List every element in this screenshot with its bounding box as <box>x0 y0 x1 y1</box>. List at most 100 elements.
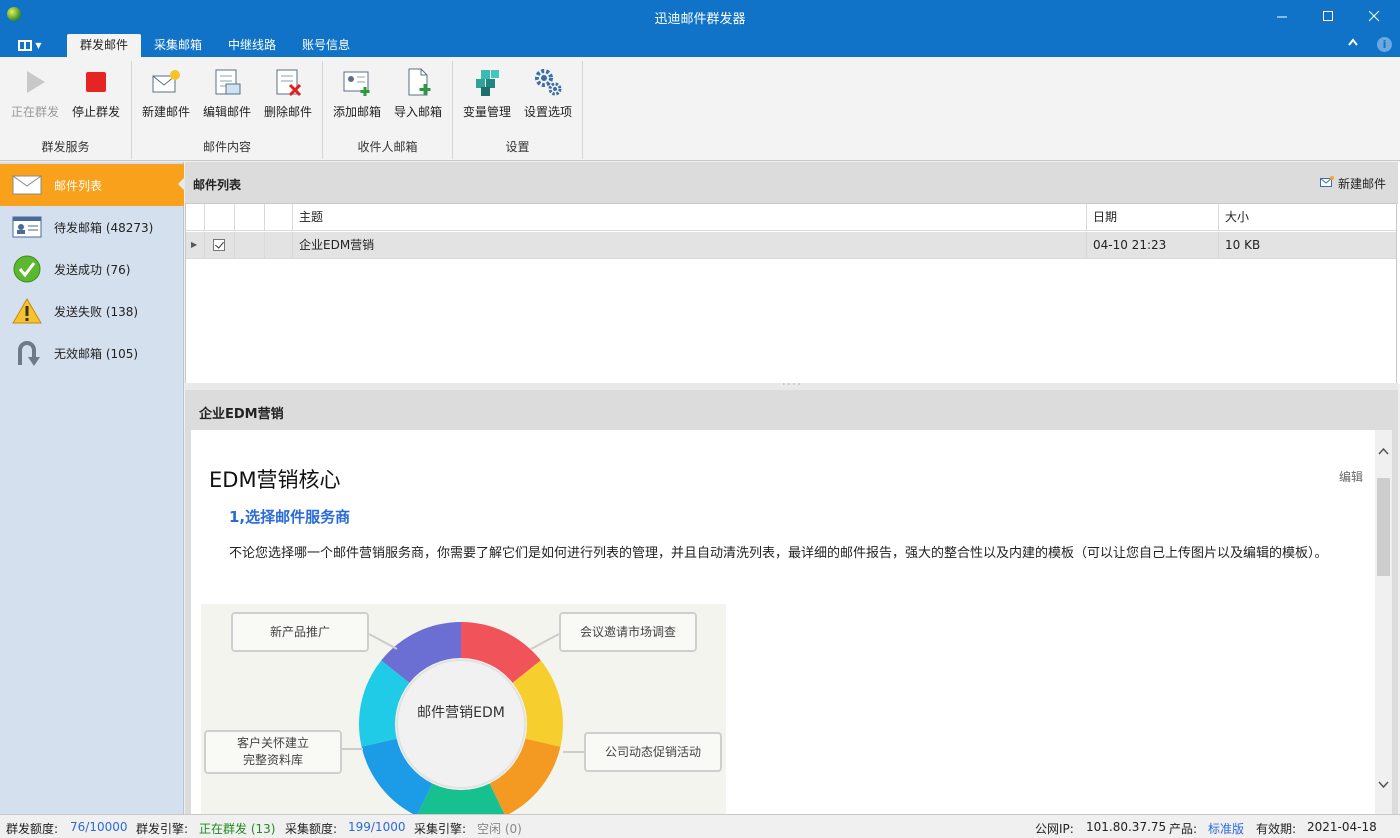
warning-icon <box>12 297 42 325</box>
add-mailbox-button[interactable]: 添加邮箱 <box>327 63 387 121</box>
mail-list-header: 邮件列表 新建邮件 <box>185 162 1398 204</box>
close-icon <box>1368 10 1379 21</box>
help-info-button[interactable]: i <box>1377 37 1392 52</box>
send-engine-value: 正在群发 (13) <box>199 822 276 836</box>
sidebar-item-label: 无效邮箱 (105) <box>54 346 139 361</box>
variable-manage-button[interactable]: 变量管理 <box>457 63 517 121</box>
table-row[interactable]: ▶ 企业EDM营销 04-10 21:23 10 KB <box>186 232 1396 259</box>
scroll-up-icon[interactable] <box>1377 444 1390 458</box>
dropdown-arrow-icon: ▼ <box>35 40 42 50</box>
checkbox-column-header[interactable] <box>205 204 235 231</box>
checkbox-checked-icon[interactable] <box>213 238 225 251</box>
title-bar: 迅迪邮件群发器 <box>0 0 1400 32</box>
preview-body: EDM营销核心 编辑 1,选择邮件服务商 不论您选择哪一个邮件营销服务商，你需要… <box>191 430 1392 814</box>
cubes-icon <box>472 67 502 97</box>
minimize-button[interactable] <box>1259 0 1305 32</box>
scroll-down-icon[interactable] <box>1377 778 1390 792</box>
row-size: 10 KB <box>1225 238 1261 252</box>
new-mail-link-label: 新建邮件 <box>1337 177 1386 191</box>
panel-splitter[interactable]: · · · · <box>185 381 1398 390</box>
flag-column-header <box>235 204 265 231</box>
collect-quota-value: 199/1000 <box>348 820 406 834</box>
new-mail-link[interactable]: 新建邮件 <box>1319 175 1386 192</box>
window-title: 迅迪邮件群发器 <box>654 12 746 27</box>
size-column-header[interactable]: 大小 <box>1219 204 1396 231</box>
collect-engine-value: 空闲 (0) <box>477 822 522 836</box>
row-checkbox[interactable] <box>205 232 235 259</box>
collapse-ribbon-button[interactable] <box>1348 35 1358 49</box>
edit-mail-icon <box>212 67 242 97</box>
doc-subheading: 1,选择邮件服务商 <box>229 508 351 526</box>
import-mailbox-button[interactable]: 导入邮箱 <box>388 63 448 121</box>
product-value[interactable]: 标准版 <box>1208 820 1244 837</box>
delete-mail-button[interactable]: 删除邮件 <box>258 63 318 121</box>
add-mailbox-label: 添加邮箱 <box>332 105 381 119</box>
sidebar-item-sent-failed[interactable]: 发送失败 (138) <box>0 290 184 332</box>
new-mail-button[interactable]: 新建邮件 <box>136 63 196 121</box>
ribbon-group-send-service: 正在群发 停止群发 群发服务 <box>0 61 132 159</box>
maximize-button[interactable] <box>1305 0 1351 32</box>
ribbon-group-settings: 变量管理 设置选项 设置 <box>453 61 583 159</box>
sidebar-item-mail-list[interactable]: 邮件列表 <box>0 164 184 206</box>
close-button[interactable] <box>1351 0 1397 32</box>
doc-paragraph: 不论您选择哪一个邮件营销服务商，你需要了解它们是如何进行列表的管理，并且自动清洗… <box>229 546 1328 561</box>
tab-account-info[interactable]: 账号信息 <box>289 34 363 57</box>
edm-diagram-image: 新产品推广 会议邀请市场调查 客户关怀建立 完整资料库 公司动态促销活动 邮件营… <box>201 604 726 814</box>
diagram-center-label: 邮件营销EDM <box>417 705 505 721</box>
new-mail-icon <box>1319 176 1334 191</box>
subject-column-header[interactable]: 主题 <box>293 204 1087 231</box>
ribbon-group-label: 群发服务 <box>41 140 90 154</box>
grid-header-row: 主题 日期 大小 <box>186 204 1396 231</box>
tab-relay-line[interactable]: 中继线路 <box>215 34 289 57</box>
mail-list-title: 邮件列表 <box>193 178 242 192</box>
check-circle-icon <box>12 255 42 283</box>
status-column-header <box>265 204 293 231</box>
sidebar: 邮件列表 待发邮箱 (48273) 发送成功 (76) 发送失败 (138) 无… <box>0 162 184 814</box>
maximize-icon <box>1322 10 1333 21</box>
preview-title: 企业EDM营销 <box>199 407 284 422</box>
ribbon: 正在群发 停止群发 群发服务 新建邮件 编辑邮件 删除邮件 邮件内容 添加邮箱 … <box>0 57 1400 161</box>
edit-mail-button[interactable]: 编辑邮件 <box>197 63 257 121</box>
collect-engine-label: 采集引擎: <box>414 822 467 836</box>
sending-button[interactable]: 正在群发 <box>5 63 65 121</box>
ribbon-tab-bar: ▼ 群发邮件 采集邮箱 中继线路 账号信息 i <box>0 32 1400 57</box>
sidebar-item-sent-success[interactable]: 发送成功 (76) <box>0 248 184 290</box>
sidebar-item-label: 发送失败 (138) <box>54 304 139 319</box>
active-nav-pointer <box>178 177 185 191</box>
expiry-label: 有效期: <box>1256 822 1297 836</box>
app-window: 迅迪邮件群发器 ▼ 群发邮件 采集邮箱 中继线路 账号信息 i 正在群发 停止群… <box>0 0 1400 838</box>
stop-send-button[interactable]: 停止群发 <box>66 63 126 121</box>
edit-link[interactable]: 编辑 <box>1339 468 1363 485</box>
minimize-icon <box>1276 16 1287 17</box>
send-quota-value: 76/10000 <box>70 820 128 834</box>
public-ip-value: 101.80.37.75 <box>1086 820 1167 834</box>
sidebar-item-pending[interactable]: 待发邮箱 (48273) <box>0 206 184 248</box>
diagram-box-company-promo: 公司动态促销活动 <box>584 732 722 772</box>
mail-grid: 主题 日期 大小 ▶ 企业EDM营销 04-10 21:23 10 KB <box>185 204 1397 384</box>
stop-send-label: 停止群发 <box>71 105 120 119</box>
scrollbar-thumb[interactable] <box>1377 478 1390 576</box>
row-indicator-header <box>186 204 205 231</box>
sidebar-item-invalid[interactable]: 无效邮箱 (105) <box>0 332 184 374</box>
book-icon <box>18 39 33 51</box>
ribbon-group-label: 收件人邮箱 <box>357 140 418 154</box>
envelope-icon <box>12 171 42 199</box>
chevron-up-icon <box>1348 38 1358 46</box>
settings-options-button[interactable]: 设置选项 <box>518 63 578 121</box>
mail-preview-panel: 企业EDM营销 EDM营销核心 编辑 1,选择邮件服务商 不论您选择哪一个邮件营… <box>185 390 1398 814</box>
delete-mail-label: 删除邮件 <box>263 105 312 119</box>
app-menu-button[interactable]: ▼ <box>10 36 50 54</box>
date-column-header[interactable]: 日期 <box>1087 204 1219 231</box>
row-status-cell <box>265 232 293 259</box>
tab-collect-mailbox[interactable]: 采集邮箱 <box>141 34 215 57</box>
preview-scrollbar[interactable] <box>1375 430 1392 814</box>
ribbon-group-recipients: 添加邮箱 导入邮箱 收件人邮箱 <box>323 61 453 159</box>
mail-list-panel: 邮件列表 新建邮件 主题 日期 大小 ▶ 企业EDM营销 04-10 21:23… <box>185 162 1400 384</box>
tab-mass-mail[interactable]: 群发邮件 <box>67 34 142 57</box>
row-flag-cell <box>235 232 265 259</box>
variable-manage-label: 变量管理 <box>462 105 511 119</box>
new-mail-label: 新建邮件 <box>141 105 190 119</box>
u-turn-icon <box>12 339 42 367</box>
status-bar: 群发额度: 76/10000 群发引擎: 正在群发 (13) 采集额度: 199… <box>0 814 1400 838</box>
edit-mail-label: 编辑邮件 <box>202 105 251 119</box>
